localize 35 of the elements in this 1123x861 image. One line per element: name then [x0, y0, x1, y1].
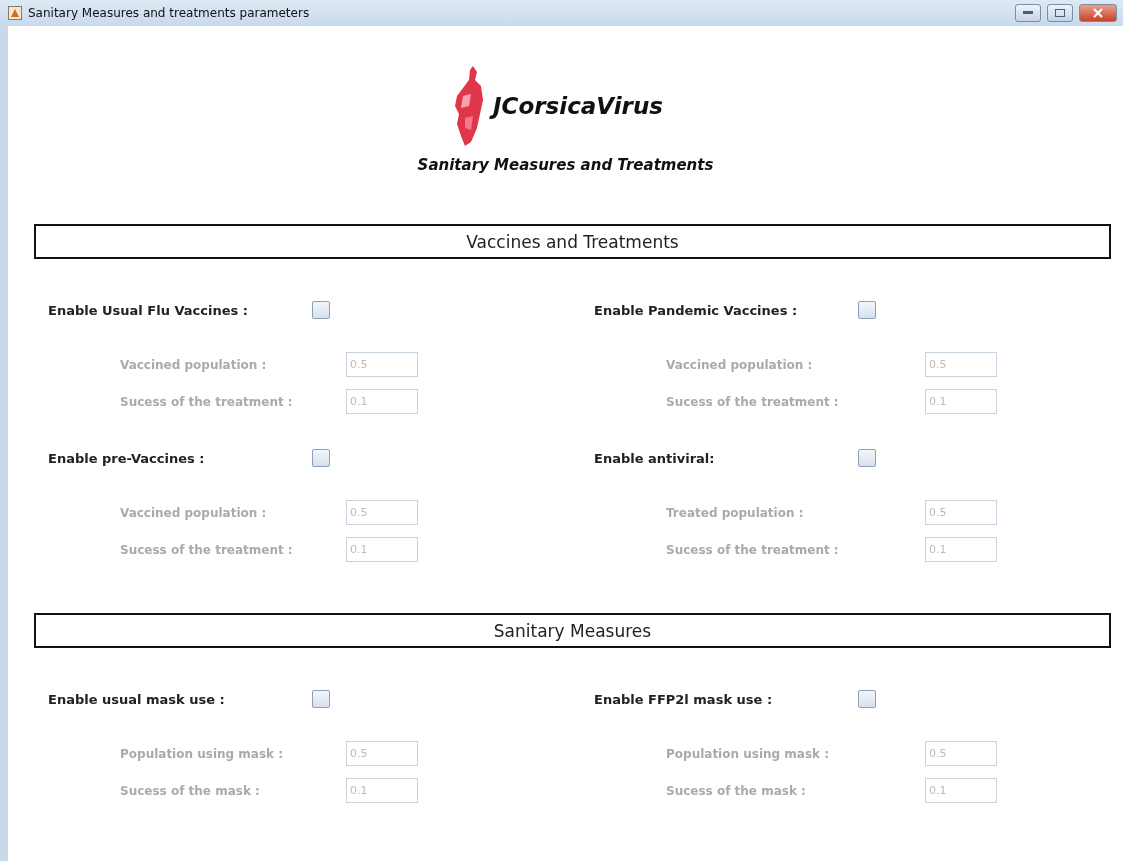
field-label: Vaccined population :: [119, 357, 268, 372]
field-label: Sucess of the treatment :: [665, 542, 840, 557]
option-label: Enable antiviral:: [594, 450, 716, 466]
option-label: Enable pre-Vaccines :: [48, 450, 206, 466]
checkbox[interactable]: [858, 449, 876, 467]
checkbox[interactable]: [312, 301, 330, 319]
option-label: Enable FFP2l mask use :: [594, 691, 774, 707]
option-label: Enable usual mask use :: [48, 691, 226, 707]
section-header: Sanitary Measures: [34, 613, 1111, 648]
minimize-button[interactable]: [1015, 4, 1041, 22]
maximize-button[interactable]: [1047, 4, 1073, 22]
field-label: Treated population :: [665, 505, 805, 520]
field-label: Population using mask :: [665, 746, 830, 761]
field-label: Population using mask :: [119, 746, 284, 761]
minimize-icon: [1023, 11, 1033, 15]
app-icon: [8, 6, 22, 20]
checkbox[interactable]: [312, 690, 330, 708]
field-label: Sucess of the mask :: [665, 783, 807, 798]
option-label: Enable Pandemic Vaccines :: [594, 302, 799, 318]
checkbox[interactable]: [312, 449, 330, 467]
section-header: Vaccines and Treatments: [34, 224, 1111, 259]
maximize-icon: [1055, 9, 1065, 17]
close-icon: [1093, 8, 1103, 18]
field-label: Sucess of the treatment :: [665, 394, 840, 409]
close-button[interactable]: [1079, 4, 1117, 22]
field-label: Vaccined population :: [119, 505, 268, 520]
field-label: Vaccined population :: [665, 357, 814, 372]
field-label: Sucess of the mask :: [119, 783, 261, 798]
checkbox[interactable]: [858, 690, 876, 708]
window-title: Sanitary Measures and treatments parameters: [28, 6, 311, 20]
field-label: Sucess of the treatment :: [119, 394, 294, 409]
field-label: Sucess of the treatment :: [119, 542, 294, 557]
option-label: Enable Usual Flu Vaccines :: [48, 302, 249, 318]
checkbox[interactable]: [858, 301, 876, 319]
subtitle: Sanitary Measures and Treatments: [417, 156, 714, 174]
